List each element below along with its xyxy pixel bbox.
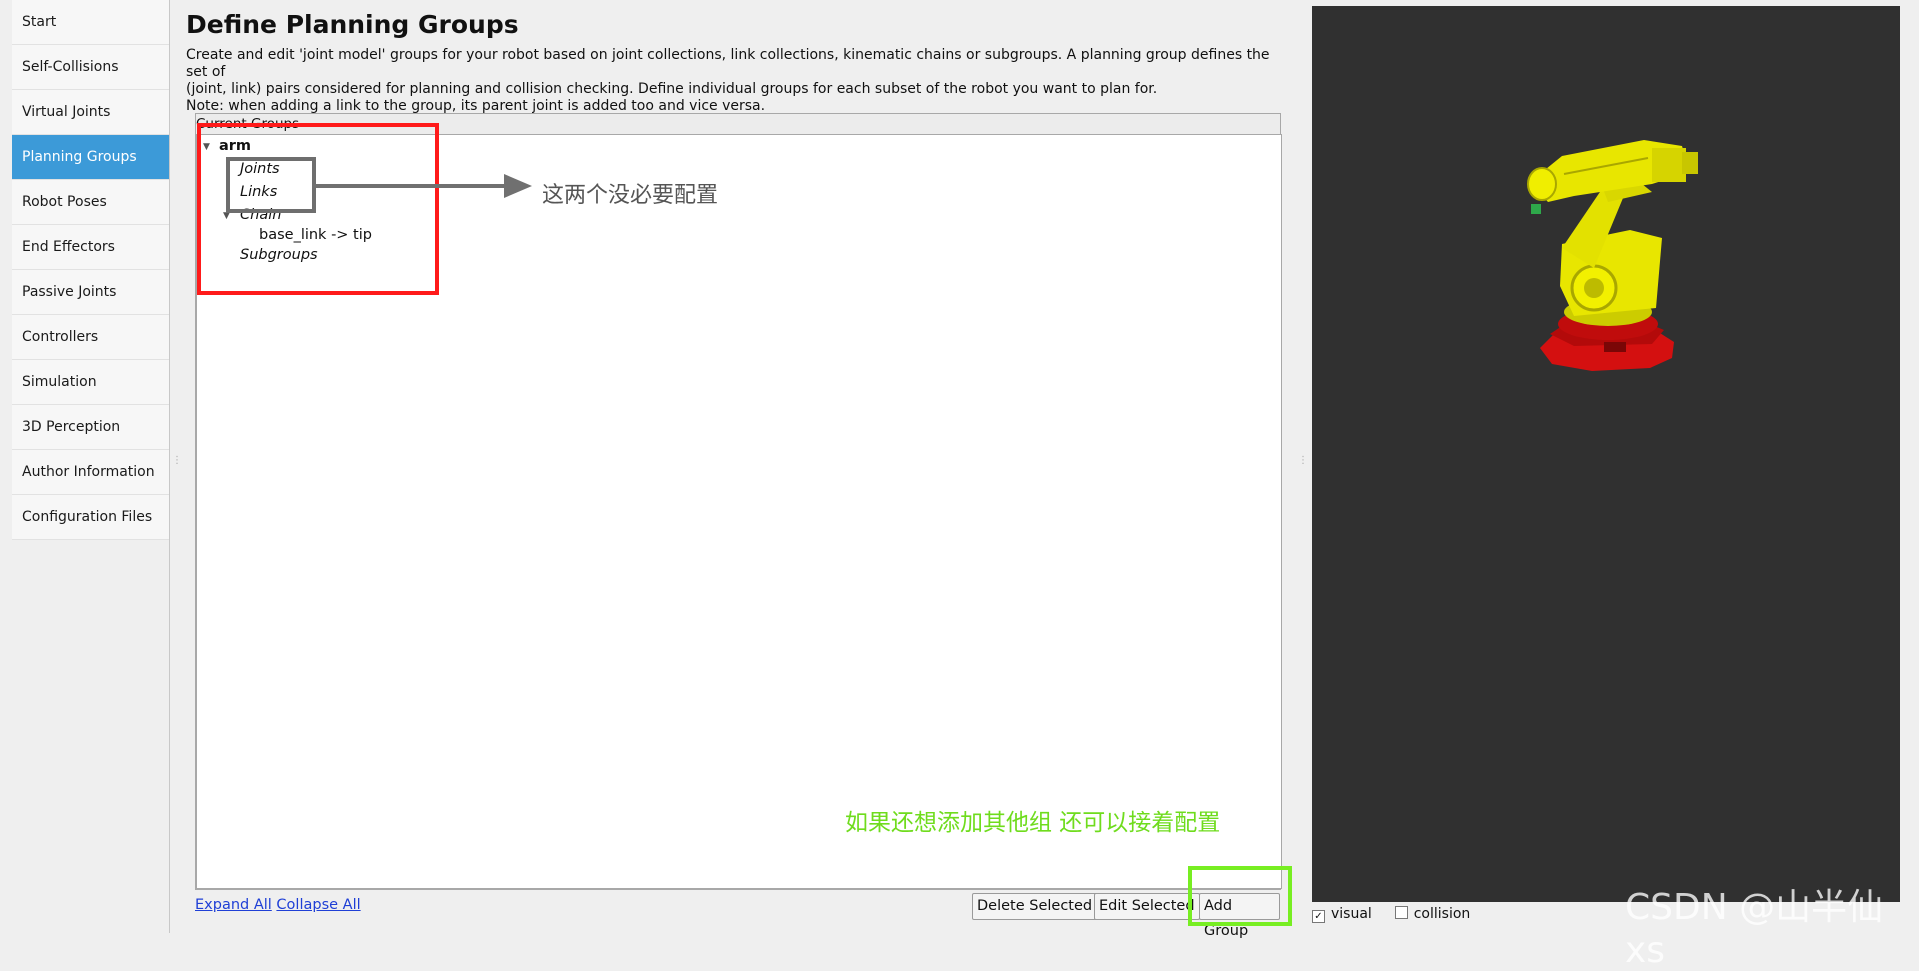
robot-3d-viewer[interactable] (1312, 6, 1900, 902)
sidebar-item-controllers[interactable]: Controllers (12, 315, 169, 360)
arrow-line (312, 184, 512, 188)
annotation-add-more: 如果还想添加其他组 还可以接着配置 (845, 810, 1221, 836)
sidebar-item-simulation[interactable]: Simulation (12, 360, 169, 405)
splitter-handle-left[interactable]: ⋮ (172, 455, 182, 466)
gray-highlight-box (226, 157, 316, 213)
planning-groups-panel: Define Planning Groups Create and edit '… (186, 0, 1292, 939)
edit-selected-button[interactable]: Edit Selected (1094, 893, 1200, 920)
collision-checkbox[interactable] (1394, 906, 1408, 919)
robot-arm (1527, 140, 1698, 326)
sidebar-item-virtual-joints[interactable]: Virtual Joints (12, 90, 169, 135)
page-description: Create and edit 'joint model' groups for… (186, 47, 1276, 115)
collision-label: collision (1413, 906, 1471, 922)
sidebar-item-planning-groups[interactable]: Planning Groups (12, 135, 169, 180)
tree-links: Expand All Collapse All (195, 897, 361, 913)
visual-label: visual (1331, 906, 1372, 922)
arrow-right-icon (504, 174, 532, 198)
sidebar-item-3d-perception[interactable]: 3D Perception (12, 405, 169, 450)
description-line-1: Create and edit 'joint model' groups for… (186, 47, 1270, 80)
robot-tool-flange (1531, 204, 1541, 214)
sidebar-item-self-collisions[interactable]: Self-Collisions (12, 45, 169, 90)
splitter-handle-right[interactable]: ⋮ (1298, 455, 1308, 466)
sidebar-empty-area (12, 540, 169, 933)
sidebar-item-end-effectors[interactable]: End Effectors (12, 225, 169, 270)
annotation-not-needed: 这两个没必要配置 (542, 183, 719, 208)
description-line-2: (joint, link) pairs considered for plann… (186, 81, 1158, 97)
sidebar-item-author-information[interactable]: Author Information (12, 450, 169, 495)
sidebar: Start Self-Collisions Virtual Joints Pla… (12, 0, 170, 933)
delete-selected-button[interactable]: Delete Selected (972, 893, 1098, 920)
sidebar-item-configuration-files[interactable]: Configuration Files (12, 495, 169, 540)
sidebar-item-passive-joints[interactable]: Passive Joints (12, 270, 169, 315)
sidebar-item-start[interactable]: Start (12, 0, 169, 45)
page-title: Define Planning Groups (186, 10, 519, 39)
robot-model (1527, 140, 1698, 371)
green-highlight-box (1188, 866, 1292, 926)
collapse-all-link[interactable]: Collapse All (276, 897, 360, 913)
watermark: CSDN @山半仙xs (1625, 887, 1884, 971)
visual-checkbox[interactable]: ✓ (1312, 910, 1325, 923)
expand-all-link[interactable]: Expand All (195, 897, 272, 913)
viewer-options: ✓ visual collision (1312, 906, 1470, 923)
sidebar-item-robot-poses[interactable]: Robot Poses (12, 180, 169, 225)
